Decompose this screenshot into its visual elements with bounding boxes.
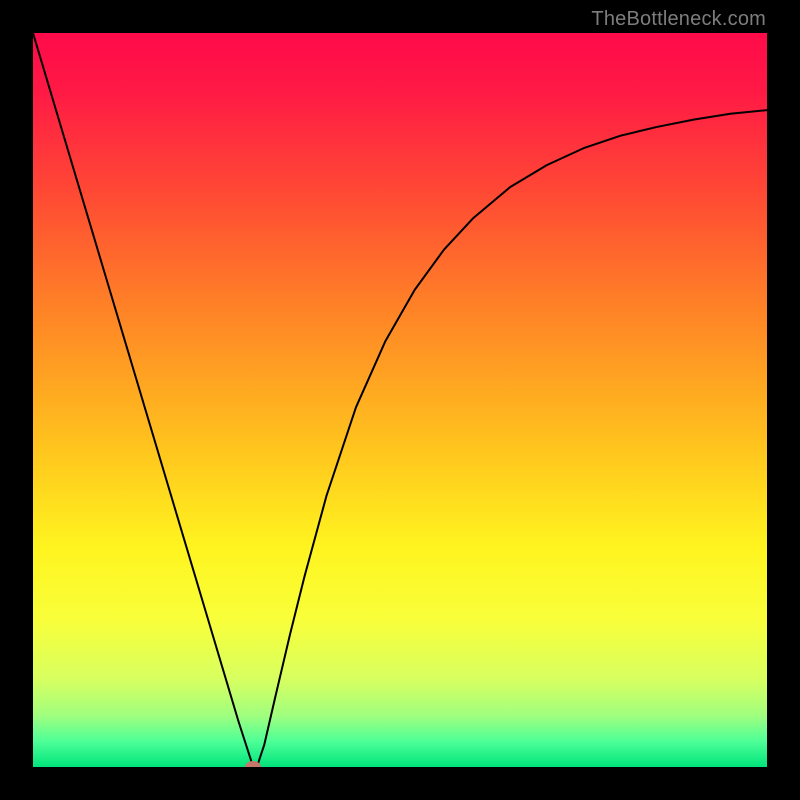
curve-line bbox=[33, 33, 767, 767]
plot-area bbox=[33, 33, 767, 767]
chart-frame: TheBottleneck.com bbox=[0, 0, 800, 800]
watermark-text: TheBottleneck.com bbox=[591, 8, 766, 31]
minimum-marker bbox=[245, 761, 261, 767]
